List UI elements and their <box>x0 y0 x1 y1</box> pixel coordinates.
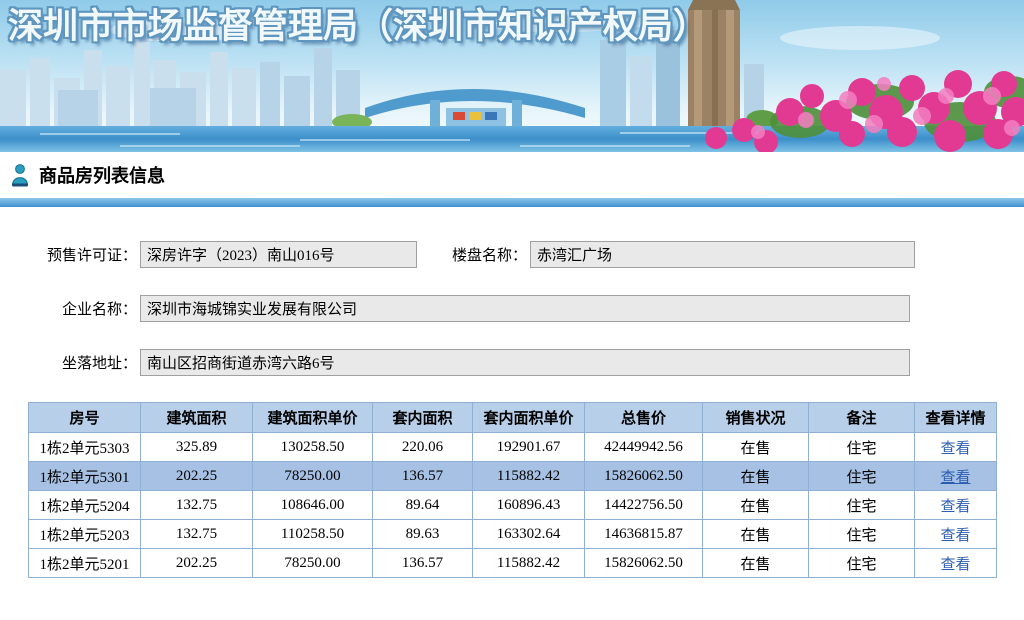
view-cell: 查看 <box>915 433 997 462</box>
person-icon <box>10 163 30 187</box>
housing-table-container: 房号 建筑面积 建筑面积单价 套内面积 套内面积单价 总售价 销售状况 备注 查… <box>28 402 1024 578</box>
inner-unit-price-cell: 115882.42 <box>473 549 585 578</box>
status-cell: 在售 <box>703 549 809 578</box>
inner-area-cell: 136.57 <box>373 462 473 491</box>
view-cell: 查看 <box>915 549 997 578</box>
header-inner-unit-price: 套内面积单价 <box>473 403 585 433</box>
address-field[interactable] <box>140 349 910 376</box>
room-cell: 1栋2单元5203 <box>29 520 141 549</box>
inner-unit-price-cell: 192901.67 <box>473 433 585 462</box>
area-cell: 132.75 <box>141 520 253 549</box>
view-link[interactable]: 查看 <box>940 441 970 457</box>
header-inner-area: 套内面积 <box>373 403 473 433</box>
room-cell: 1栋2单元5201 <box>29 549 141 578</box>
unit-price-cell: 130258.50 <box>253 433 373 462</box>
table-row[interactable]: 1栋2单元5303 325.89 130258.50 220.06 192901… <box>29 433 997 462</box>
unit-price-cell: 108646.00 <box>253 491 373 520</box>
unit-price-cell: 78250.00 <box>253 549 373 578</box>
note-cell: 住宅 <box>809 520 915 549</box>
unit-price-cell: 110258.50 <box>253 520 373 549</box>
inner-area-cell: 220.06 <box>373 433 473 462</box>
status-cell: 在售 <box>703 433 809 462</box>
total-price-cell: 14422756.50 <box>585 491 703 520</box>
page-title: 商品房列表信息 <box>39 162 165 188</box>
table-row[interactable]: 1栋2单元5201 202.25 78250.00 136.57 115882.… <box>29 549 997 578</box>
inner-unit-price-cell: 163302.64 <box>473 520 585 549</box>
table-row-selected[interactable]: 1栋2单元5301 202.25 78250.00 136.57 115882.… <box>29 462 997 491</box>
section-divider-bar <box>0 198 1024 207</box>
header-building-area: 建筑面积 <box>141 403 253 433</box>
view-link[interactable]: 查看 <box>940 528 970 544</box>
inner-unit-price-cell: 160896.43 <box>473 491 585 520</box>
form-row-2: 企业名称： <box>0 294 1024 322</box>
building-name-label: 楼盘名称： <box>417 244 527 265</box>
table-header-row: 房号 建筑面积 建筑面积单价 套内面积 套内面积单价 总售价 销售状况 备注 查… <box>29 403 997 433</box>
section-header: 商品房列表信息 <box>0 152 1024 198</box>
header-total-price: 总售价 <box>585 403 703 433</box>
company-name-label: 企业名称： <box>0 298 137 319</box>
total-price-cell: 15826062.50 <box>585 462 703 491</box>
property-info-form: 预售许可证： 楼盘名称： 企业名称： 坐落地址： <box>0 240 1024 376</box>
header-view-detail: 查看详情 <box>915 403 997 433</box>
table-row[interactable]: 1栋2单元5204 132.75 108646.00 89.64 160896.… <box>29 491 997 520</box>
status-cell: 在售 <box>703 520 809 549</box>
total-price-cell: 14636815.87 <box>585 520 703 549</box>
total-price-cell: 42449942.56 <box>585 433 703 462</box>
company-name-field[interactable] <box>140 295 910 322</box>
inner-unit-price-cell: 115882.42 <box>473 462 585 491</box>
site-banner: 深圳市市场监督管理局（深圳市知识产权局） <box>0 0 1024 152</box>
view-link[interactable]: 查看 <box>940 557 970 573</box>
form-row-1: 预售许可证： 楼盘名称： <box>0 240 1024 268</box>
view-cell: 查看 <box>915 491 997 520</box>
area-cell: 202.25 <box>141 462 253 491</box>
status-cell: 在售 <box>703 462 809 491</box>
header-sale-status: 销售状况 <box>703 403 809 433</box>
total-price-cell: 15826062.50 <box>585 549 703 578</box>
area-cell: 202.25 <box>141 549 253 578</box>
note-cell: 住宅 <box>809 433 915 462</box>
housing-list-table: 房号 建筑面积 建筑面积单价 套内面积 套内面积单价 总售价 销售状况 备注 查… <box>28 402 997 578</box>
presale-permit-label: 预售许可证： <box>0 244 137 265</box>
inner-area-cell: 89.63 <box>373 520 473 549</box>
room-cell: 1栋2单元5303 <box>29 433 141 462</box>
view-link[interactable]: 查看 <box>940 499 970 515</box>
table-row[interactable]: 1栋2单元5203 132.75 110258.50 89.63 163302.… <box>29 520 997 549</box>
inner-area-cell: 136.57 <box>373 549 473 578</box>
room-cell: 1栋2单元5204 <box>29 491 141 520</box>
note-cell: 住宅 <box>809 462 915 491</box>
site-title: 深圳市市场监督管理局（深圳市知识产权局） <box>8 0 708 49</box>
presale-permit-field[interactable] <box>140 241 417 268</box>
header-building-unit-price: 建筑面积单价 <box>253 403 373 433</box>
form-row-3: 坐落地址： <box>0 348 1024 376</box>
building-name-field[interactable] <box>530 241 915 268</box>
inner-area-cell: 89.64 <box>373 491 473 520</box>
view-cell: 查看 <box>915 462 997 491</box>
status-cell: 在售 <box>703 491 809 520</box>
note-cell: 住宅 <box>809 491 915 520</box>
view-cell: 查看 <box>915 520 997 549</box>
header-room-number: 房号 <box>29 403 141 433</box>
address-label: 坐落地址： <box>0 352 137 373</box>
area-cell: 325.89 <box>141 433 253 462</box>
unit-price-cell: 78250.00 <box>253 462 373 491</box>
header-note: 备注 <box>809 403 915 433</box>
view-link[interactable]: 查看 <box>940 470 970 486</box>
note-cell: 住宅 <box>809 549 915 578</box>
area-cell: 132.75 <box>141 491 253 520</box>
room-cell: 1栋2单元5301 <box>29 462 141 491</box>
